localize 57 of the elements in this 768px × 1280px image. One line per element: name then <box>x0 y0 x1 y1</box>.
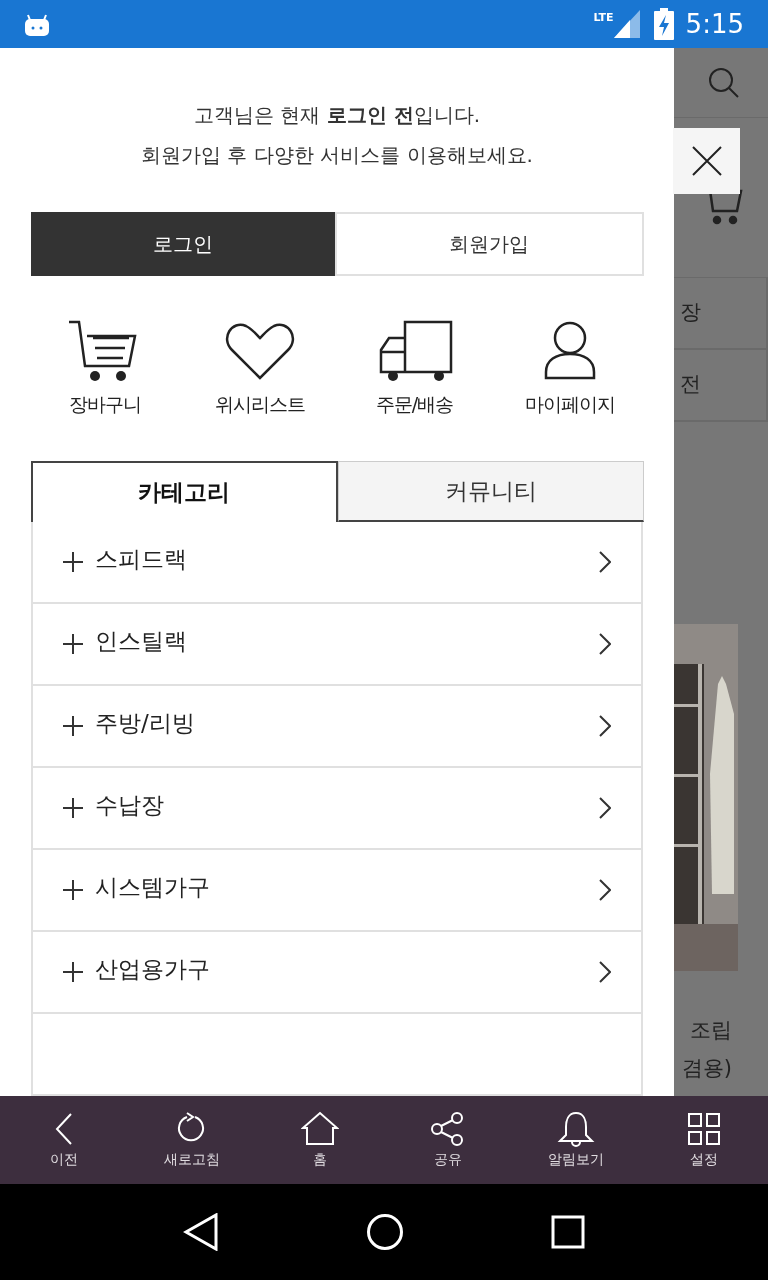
category-label: 산업용가구 <box>95 954 211 984</box>
category-item[interactable]: 주방/리빙 <box>31 686 643 768</box>
product-title: 겸용) <box>681 1054 732 1082</box>
toolbar-button[interactable]: 알림보기 <box>512 1096 640 1184</box>
toolbar-button[interactable]: 새로고침 <box>128 1096 256 1184</box>
chevron-right-icon <box>599 797 611 819</box>
shortcut-label[interactable]: 주문/배송 <box>375 390 454 419</box>
category-item[interactable]: 인스틸랙 <box>31 604 643 686</box>
home-icon[interactable] <box>366 1213 404 1251</box>
category-tab[interactable]: 커뮤니티 <box>338 460 644 522</box>
plus-icon <box>63 798 83 818</box>
toolbar-button[interactable]: 설정 <box>640 1096 768 1184</box>
plus-icon <box>63 880 83 900</box>
notice-text: 고객님은 현재 로그인 전입니다. <box>193 102 480 129</box>
shortcut-label[interactable]: 장바구니 <box>68 390 141 419</box>
plus-icon <box>63 962 83 982</box>
close-icon <box>691 146 722 176</box>
menu-item[interactable]: 전 <box>674 350 768 422</box>
category-label: 스피드랙 <box>95 544 188 574</box>
battery-icon <box>653 8 674 40</box>
shortcut-label[interactable]: 마이페이지 <box>524 390 615 419</box>
toolbar-button[interactable]: 공유 <box>384 1096 512 1184</box>
clock: 5:15 <box>685 7 744 41</box>
category-tab[interactable]: 카테고리 <box>30 460 338 522</box>
search-icon <box>708 66 740 99</box>
plus-icon <box>63 716 83 736</box>
product-title: 조립 <box>690 1017 732 1044</box>
chevron-right-icon <box>599 715 611 737</box>
back-icon[interactable] <box>183 1213 220 1251</box>
category-item[interactable]: 수납장 <box>31 768 643 850</box>
category-label: 수납장 <box>95 790 165 820</box>
category-item[interactable]: 시스템가구 <box>31 850 643 932</box>
toolbar-button[interactable]: 홈 <box>256 1096 384 1184</box>
login-button[interactable]: 로그인 <box>30 212 335 277</box>
category-item[interactable]: 산업용가구 <box>31 932 643 1014</box>
toolbar-button[interactable]: 이전 <box>0 1096 128 1184</box>
chevron-right-icon <box>599 551 611 573</box>
grid-icon <box>685 1110 723 1147</box>
bell-icon <box>557 1110 595 1147</box>
overview-icon[interactable] <box>550 1215 585 1249</box>
notice-text: 회원가입 후 다양한 서비스를 이용해보세요. <box>141 142 533 169</box>
plus-icon <box>63 634 83 654</box>
signup-button[interactable]: 회원가입 <box>335 212 644 277</box>
shortcut-label[interactable]: 위시리스트 <box>214 390 305 419</box>
category-label: 시스템가구 <box>95 872 211 902</box>
chevron-right-icon <box>599 633 611 655</box>
chevron-right-icon <box>599 961 611 983</box>
plus-icon <box>63 552 83 572</box>
category-item[interactable]: 스피드랙 <box>31 522 643 604</box>
category-label: 주방/리빙 <box>95 708 196 738</box>
network-type: LTE <box>593 10 614 26</box>
home-icon <box>301 1110 339 1147</box>
category-label: 인스틸랙 <box>95 626 188 656</box>
signal-icon <box>613 10 640 38</box>
close-button[interactable] <box>673 128 740 194</box>
menu-item[interactable]: 장 <box>674 278 768 350</box>
chevron-right-icon <box>599 879 611 901</box>
